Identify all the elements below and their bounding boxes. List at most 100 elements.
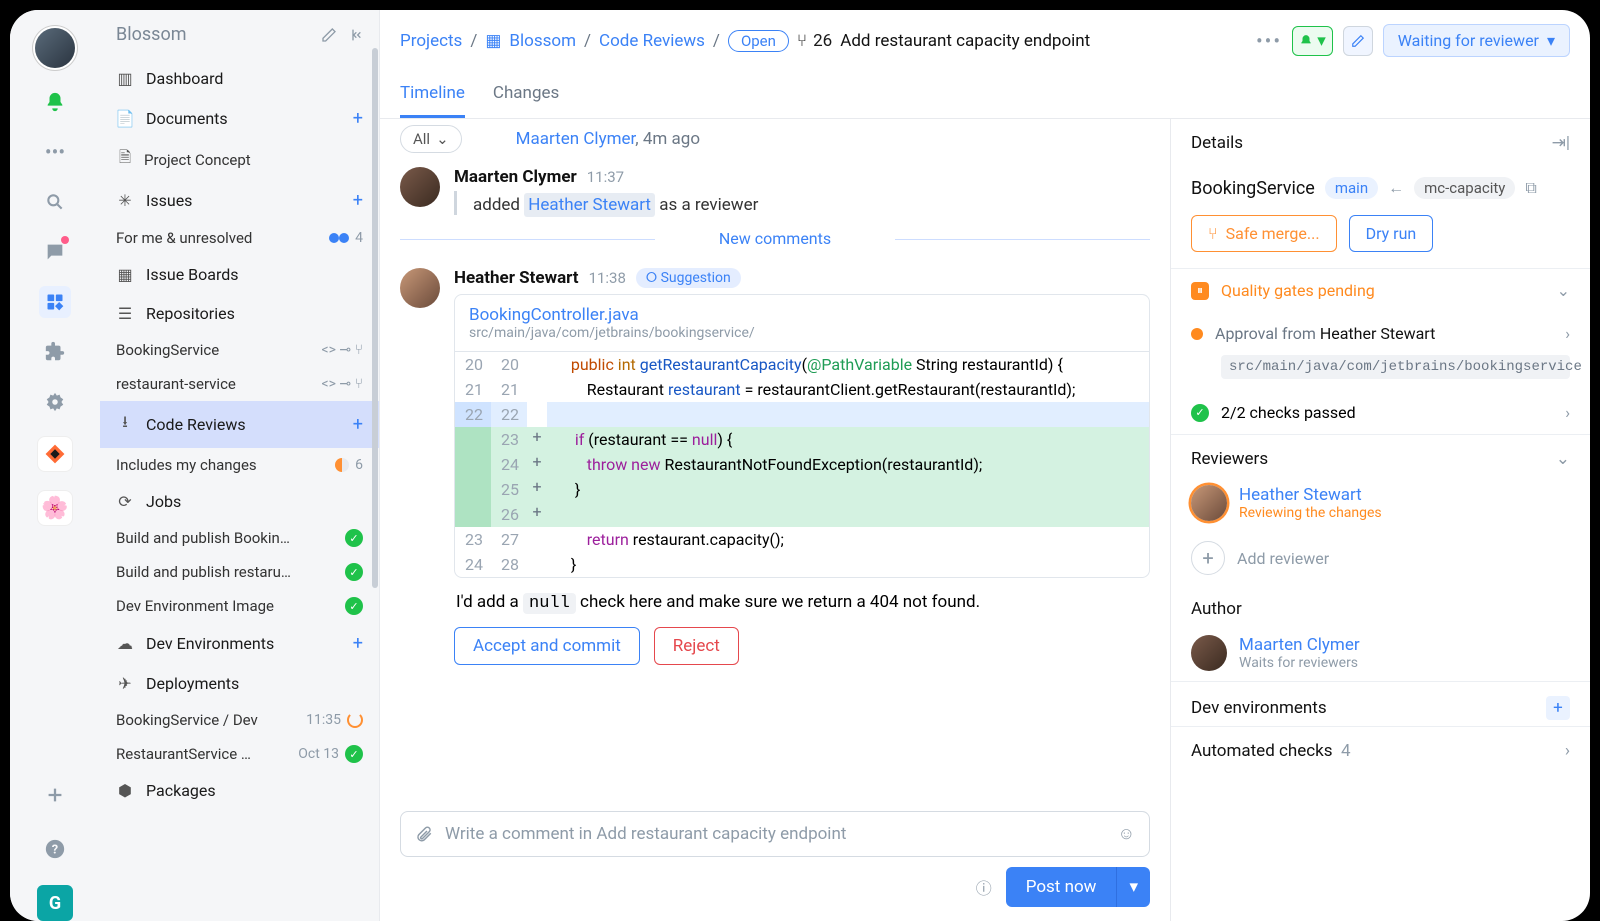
- avatar-maarten[interactable]: [400, 167, 440, 207]
- sidebar-documents[interactable]: 📄Documents+: [100, 98, 379, 139]
- event-author[interactable]: Heather Stewart: [454, 268, 579, 288]
- details-title: Details: [1191, 133, 1243, 153]
- mention[interactable]: Heather Stewart: [524, 193, 655, 217]
- author-header: Author: [1171, 585, 1590, 625]
- spinner-icon: [347, 712, 363, 728]
- sidebar-job-3[interactable]: Dev Environment Image✓: [100, 589, 379, 623]
- chevron-down-icon: ⌄: [436, 130, 449, 148]
- review-status-dropdown[interactable]: Waiting for reviewer ▾: [1383, 24, 1570, 57]
- pause-icon: ⏸: [1191, 282, 1209, 300]
- accept-commit-button[interactable]: Accept and commit: [454, 627, 640, 665]
- search-icon[interactable]: [39, 186, 71, 218]
- copy-icon[interactable]: ⧉: [1525, 178, 1536, 198]
- chevron-down-icon[interactable]: ⌄: [1556, 449, 1570, 469]
- reviewer-heather[interactable]: Heather StewartReviewing the changes: [1171, 475, 1590, 531]
- filter-dropdown[interactable]: All ⌄: [400, 125, 462, 153]
- sidebar-dashboard[interactable]: ▥Dashboard: [100, 59, 379, 98]
- sidebar-dep-1[interactable]: BookingService / Dev11:35: [100, 703, 379, 737]
- emoji-icon[interactable]: ☺: [1118, 824, 1135, 844]
- dry-run-button[interactable]: Dry run: [1349, 215, 1434, 252]
- sidebar-packages[interactable]: ⬢Packages: [100, 771, 379, 810]
- sidebar-scrollbar[interactable]: [372, 48, 378, 588]
- subscribe-button[interactable]: ▾: [1292, 26, 1333, 56]
- safe-merge-button[interactable]: ⑂ Safe merge...: [1191, 215, 1337, 252]
- svg-text:?: ?: [52, 843, 58, 858]
- source-branch-chip[interactable]: mc-capacity: [1414, 177, 1515, 199]
- sidebar-job-2[interactable]: Build and publish restaru…✓: [100, 555, 379, 589]
- avatar-maarten-small: [1191, 635, 1227, 671]
- help-icon[interactable]: ?: [37, 831, 73, 867]
- sidebar-code-reviews[interactable]: ⭳Code Reviews+: [100, 401, 379, 448]
- sidebar-for-me[interactable]: For me & unresolved4: [100, 221, 379, 255]
- quality-gates-row[interactable]: ⏸Quality gates pending⌄: [1171, 269, 1590, 312]
- crumb-blossom[interactable]: Blossom: [509, 31, 576, 51]
- add-document-icon[interactable]: +: [353, 108, 363, 129]
- extensions-icon[interactable]: [39, 336, 71, 368]
- crumb-projects[interactable]: Projects: [400, 31, 462, 51]
- info-icon[interactable]: ⓘ: [976, 875, 992, 899]
- org-logo-g[interactable]: G: [37, 885, 73, 921]
- sidebar-dep-2[interactable]: RestaurantService …Oct 13 ✓: [100, 737, 379, 771]
- edit-pr-icon[interactable]: [1343, 26, 1373, 56]
- org-logo-1[interactable]: [37, 436, 73, 472]
- project-header: Blossom: [100, 10, 379, 59]
- sidebar-project-concept[interactable]: 🗎Project Concept: [100, 139, 379, 180]
- tabs: Timeline Changes: [380, 71, 1590, 119]
- notifications-icon[interactable]: [39, 86, 71, 118]
- sidebar-repo-1[interactable]: BookingService<> ⊸ ⑂: [100, 333, 379, 367]
- add-review-icon[interactable]: +: [353, 414, 363, 435]
- add-reviewer-button[interactable]: +Add reviewer: [1171, 531, 1590, 585]
- sidebar-job-1[interactable]: Build and publish Bookin…✓: [100, 521, 379, 555]
- edit-icon[interactable]: [321, 27, 337, 43]
- target-branch-chip[interactable]: main: [1325, 177, 1378, 199]
- timeline-panel: All ⌄ Maarten Clymer, 4m ago Maarten Cly…: [380, 119, 1170, 921]
- diff-card: BookingController.java src/main/java/com…: [454, 294, 1150, 578]
- breadcrumb: Projects / ▦ Blossom / Code Reviews / Op…: [380, 10, 1590, 71]
- sidebar-repo-2[interactable]: restaurant-service<> ⊸ ⑂: [100, 367, 379, 401]
- settings-icon[interactable]: [39, 386, 71, 418]
- half-circle-icon: [335, 458, 349, 472]
- project-name[interactable]: Blossom: [116, 24, 187, 45]
- checks-row[interactable]: ✓2/2 checks passed›: [1171, 391, 1590, 434]
- file-name-link[interactable]: BookingController.java: [469, 305, 639, 325]
- dev-envs-row[interactable]: Dev environments+: [1171, 682, 1590, 726]
- comment-composer[interactable]: Write a comment in Add restaurant capaci…: [400, 811, 1150, 857]
- author-maarten[interactable]: Maarten ClymerWaits for reviewers: [1171, 625, 1590, 681]
- approval-row[interactable]: Approval from Heather Stewart›: [1171, 312, 1590, 355]
- sidebar-includes-changes[interactable]: Includes my changes6: [100, 448, 379, 482]
- sidebar-issues[interactable]: ✳Issues+: [100, 180, 379, 221]
- automated-checks-row[interactable]: Automated checks 4›: [1171, 727, 1590, 767]
- event-author[interactable]: Maarten Clymer: [454, 167, 577, 187]
- post-dropdown-button[interactable]: ▾: [1116, 867, 1150, 907]
- chat-icon[interactable]: [39, 236, 71, 268]
- apps-icon[interactable]: [39, 286, 71, 318]
- collapse-icon[interactable]: [347, 27, 363, 43]
- avatar-heather[interactable]: [400, 268, 440, 308]
- add-devenv-button[interactable]: +: [1546, 696, 1570, 720]
- sidebar-dev-env[interactable]: ☁Dev Environments+: [100, 623, 379, 664]
- sidebar-deployments[interactable]: ✈Deployments: [100, 664, 379, 703]
- more-icon[interactable]: •••: [39, 136, 71, 168]
- sidebar-repositories[interactable]: ☰Repositories: [100, 294, 379, 333]
- sidebar-issue-boards[interactable]: ▦Issue Boards: [100, 255, 379, 294]
- add-issue-icon[interactable]: +: [353, 190, 363, 211]
- timeline-event-1: Maarten Clymer11:37 added Heather Stewar…: [400, 155, 1150, 221]
- add-org-icon[interactable]: [37, 777, 73, 813]
- composer-placeholder: Write a comment in Add restaurant capaci…: [445, 824, 846, 844]
- collapse-details-icon[interactable]: ⇥|: [1552, 133, 1570, 153]
- attach-icon[interactable]: [415, 825, 433, 843]
- crumb-code-reviews[interactable]: Code Reviews: [599, 31, 705, 51]
- add-devenv-icon[interactable]: +: [353, 633, 363, 654]
- org-logo-2[interactable]: 🌸: [37, 490, 73, 526]
- more-actions-icon[interactable]: •••: [1256, 29, 1282, 53]
- tab-timeline[interactable]: Timeline: [400, 71, 465, 118]
- sidebar-jobs[interactable]: ⟳Jobs: [100, 482, 379, 521]
- tab-changes[interactable]: Changes: [493, 71, 559, 118]
- event-body: added Heather Stewart as a reviewer: [454, 191, 1150, 215]
- post-now-button[interactable]: Post now: [1006, 867, 1117, 907]
- reject-button[interactable]: Reject: [654, 627, 739, 665]
- new-comments-divider: New comments: [400, 221, 1150, 256]
- apps-small-icon: ▦: [485, 31, 501, 51]
- user-avatar[interactable]: [35, 28, 75, 68]
- check-icon: ✓: [345, 745, 363, 763]
